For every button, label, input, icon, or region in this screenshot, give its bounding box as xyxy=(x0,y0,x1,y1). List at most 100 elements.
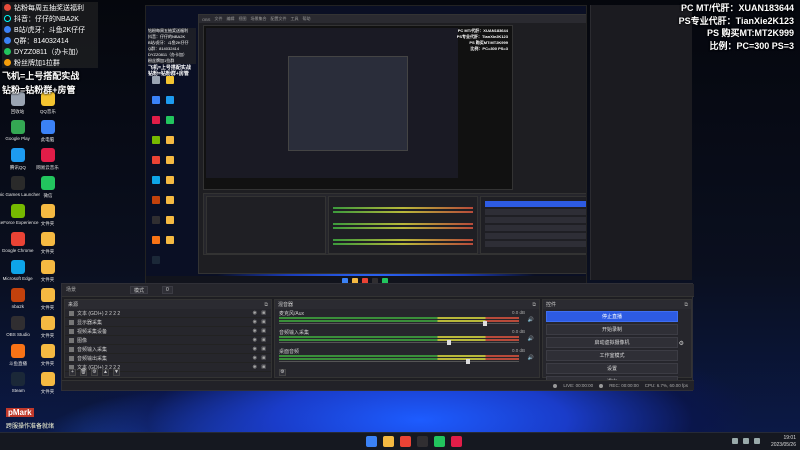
mixer-settings-icon[interactable]: ⚙ xyxy=(279,368,286,376)
source-type-icon xyxy=(69,328,74,334)
desktop-icon[interactable]: 文件夹 xyxy=(34,232,62,255)
desktop-icon-label: 斗鱼直播 xyxy=(8,361,27,367)
overlay-line: DYZZ0811（办卡加） xyxy=(2,46,98,57)
app-icon xyxy=(11,344,25,358)
source-type-icon xyxy=(69,355,74,361)
source-properties-button[interactable]: ⚙ xyxy=(91,368,98,376)
chevron-up-icon[interactable] xyxy=(732,438,738,444)
desktop-icon[interactable]: Google Play xyxy=(4,120,32,142)
obs-icon[interactable] xyxy=(417,436,428,447)
source-item[interactable]: 音频输入采集 ◉ ▣ xyxy=(65,345,271,354)
move-source-up-button[interactable]: ▲ xyxy=(102,368,109,376)
windows-start-icon[interactable] xyxy=(366,436,377,447)
lock-icon[interactable]: ▣ xyxy=(261,310,266,316)
source-item[interactable]: 音频输出采集 ◉ ▣ xyxy=(65,354,271,363)
desktop-icon-label: 文件夹 xyxy=(41,333,55,339)
desktop-icon[interactable]: 网易云音乐 xyxy=(34,148,62,171)
source-item[interactable]: 显示器采集 ◉ ▣ xyxy=(65,318,271,327)
wechat-icon[interactable] xyxy=(434,436,445,447)
source-item[interactable]: 图像 ◉ ▣ xyxy=(65,336,271,345)
eye-icon[interactable]: ◉ xyxy=(253,319,257,325)
move-source-down-button[interactable]: ▼ xyxy=(113,368,120,376)
gear-icon[interactable]: ⚙ xyxy=(679,340,684,347)
audio-mixer-dock: 混音器 ⧉ 麦克风/Aux 0.0 dB 🔊 音频输入采集 0.0 dB 🔊 桌面音频 0.0 … xyxy=(274,299,540,378)
file-explorer-icon[interactable] xyxy=(383,436,394,447)
source-item[interactable]: 文本 (GDI+) 2 2 2 2 ◉ ▣ xyxy=(65,309,271,318)
desktop-icon[interactable]: 微信 xyxy=(34,176,62,199)
desktop-icon[interactable]: 文件夹 xyxy=(34,316,62,339)
source-name: 显示器采集 xyxy=(77,319,103,326)
studio-mode-button[interactable]: 工作室模式 xyxy=(546,350,678,361)
desktop-icon[interactable]: 斗鱼直播 xyxy=(4,344,32,367)
taskbar: 19:01 2023/05/26 xyxy=(0,432,800,450)
desktop-dark-panel xyxy=(590,5,692,280)
volume-slider-handle[interactable] xyxy=(483,321,487,326)
desktop-icon[interactable]: 文件夹 xyxy=(34,204,62,227)
volume-slider-handle[interactable] xyxy=(447,340,451,345)
desktop-icon-label: Google Play xyxy=(5,136,31,142)
remove-source-button[interactable]: 🗑 xyxy=(80,368,87,376)
eye-icon[interactable]: ◉ xyxy=(253,337,257,343)
clock-date: 2023/05/26 xyxy=(770,442,796,448)
app-icon xyxy=(11,316,25,330)
source-item[interactable]: 视频采集设备 ◉ ▣ xyxy=(65,327,271,336)
add-source-button[interactable]: + xyxy=(69,368,76,376)
desktop-icon[interactable]: OBS Studio xyxy=(4,316,32,338)
desktop-icon-label: 文件夹 xyxy=(41,277,55,283)
desktop-icon[interactable]: 文件夹 xyxy=(34,260,62,283)
desktop-icon[interactable]: GeForce Experience xyxy=(0,204,39,226)
lock-icon[interactable]: ▣ xyxy=(261,337,266,343)
lock-icon[interactable]: ▣ xyxy=(261,346,266,352)
settings-button[interactable]: 设置 xyxy=(546,363,678,374)
level-meter xyxy=(279,336,519,338)
source-type-icon xyxy=(69,346,74,352)
desktop-icon[interactable]: 此电脑 xyxy=(34,120,62,143)
overlay-right-line: PS专业代肝：TianXie2K123 xyxy=(678,15,794,26)
desktop-icon[interactable]: Epic Games Launcher xyxy=(0,176,40,198)
eye-icon[interactable]: ◉ xyxy=(253,346,257,352)
speaker-icon[interactable]: 🔊 xyxy=(528,336,534,342)
desktop-icon[interactable]: Google Chrome xyxy=(2,232,34,254)
dock-float-icon[interactable]: ⧉ xyxy=(264,302,268,308)
volume-slider[interactable] xyxy=(279,359,519,364)
volume-slider[interactable] xyxy=(279,321,519,326)
dock-float-icon[interactable]: ⧉ xyxy=(532,302,536,308)
scene-count-button[interactable]: 0 xyxy=(162,286,173,294)
desktop-icon[interactable]: Steam xyxy=(4,372,32,394)
overlay-line: 粉丝牌加1拉群 xyxy=(2,57,98,68)
badge-icon xyxy=(4,4,11,11)
start-recording-button[interactable]: 开始录制 xyxy=(546,324,678,335)
speaker-icon[interactable]: 🔊 xyxy=(528,317,534,323)
desktop-icon[interactable]: nba2k xyxy=(4,288,32,310)
desktop-icon[interactable]: Microsoft Edge xyxy=(3,260,33,282)
chrome-icon[interactable] xyxy=(400,436,411,447)
desktop-icon[interactable]: 文件夹 xyxy=(34,344,62,367)
app-icon[interactable] xyxy=(451,436,462,447)
desktop-icon[interactable]: 腾讯QQ xyxy=(4,148,32,171)
eye-icon[interactable]: ◉ xyxy=(253,328,257,334)
speaker-icon[interactable]: 🔊 xyxy=(528,355,534,361)
lock-icon[interactable]: ▣ xyxy=(261,328,266,334)
volume-slider-handle[interactable] xyxy=(466,359,471,364)
network-icon[interactable] xyxy=(743,438,749,444)
mixer-channel: 音频输入采集 0.0 dB 🔊 xyxy=(275,328,539,347)
volume-icon[interactable] xyxy=(754,438,760,444)
taskbar-apps xyxy=(366,436,462,447)
channel-name: 音频输入采集 xyxy=(279,330,310,336)
channel-name: 桌面音频 xyxy=(279,349,300,355)
desktop-icon[interactable]: 文件夹 xyxy=(34,288,62,311)
bottom-left-overlay: pMark 跨服操作准备就绪 xyxy=(6,402,96,430)
mixer-channel: 桌面音频 0.0 dB 🔊 xyxy=(275,347,539,366)
desktop-icon[interactable]: 文件夹 xyxy=(34,372,62,395)
dock-float-icon[interactable]: ⧉ xyxy=(684,302,688,308)
taskbar-clock[interactable]: 19:01 2023/05/26 xyxy=(771,435,796,449)
inner-preview: PC MT/代肝：XUAN183644 PS专业代肝：TianXie2K123 … xyxy=(203,25,513,190)
eye-icon[interactable]: ◉ xyxy=(253,355,257,361)
mode-button[interactable]: 模式 xyxy=(130,286,149,294)
stop-stream-button[interactable]: 停止直播 xyxy=(546,311,678,322)
volume-slider[interactable] xyxy=(279,340,519,345)
lock-icon[interactable]: ▣ xyxy=(261,355,266,361)
lock-icon[interactable]: ▣ xyxy=(261,319,266,325)
virtual-camera-button[interactable]: 启动虚拟摄像机 ⚙ xyxy=(546,337,684,348)
eye-icon[interactable]: ◉ xyxy=(253,310,257,316)
